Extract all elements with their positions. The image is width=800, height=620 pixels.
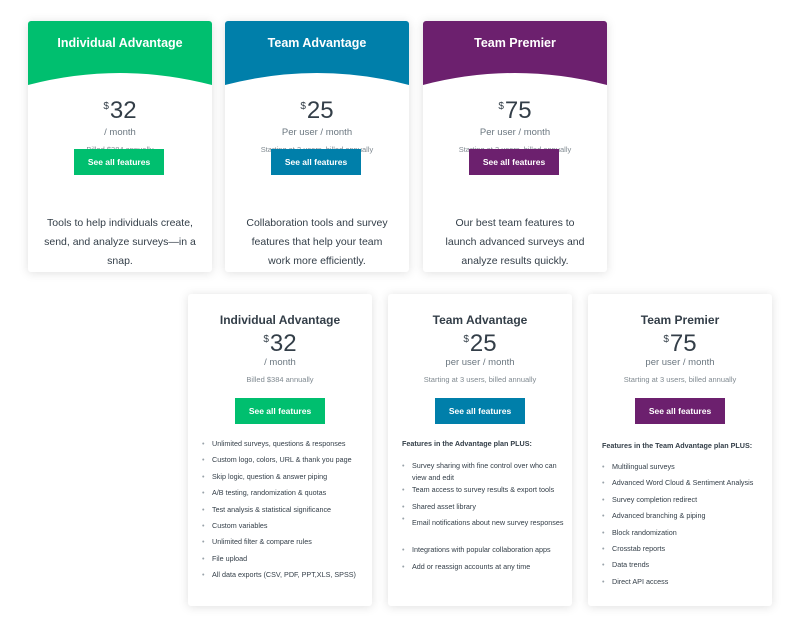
price-amount: 75 <box>669 330 697 357</box>
list-item: Block randomization <box>602 528 764 544</box>
list-item: Shared asset library <box>402 502 564 514</box>
see-all-features-button[interactable]: See all features <box>235 398 325 424</box>
price: $32 <box>28 97 212 125</box>
card-header: Team Premier <box>423 21 607 101</box>
price-period: Per user / month <box>479 127 551 138</box>
price-period: per user / month <box>445 357 515 368</box>
price-period: / month <box>104 127 136 138</box>
list-item: Advanced Word Cloud & Sentiment Analysis <box>602 478 764 494</box>
list-item: Direct API access <box>602 577 764 593</box>
price: $75 <box>588 330 772 358</box>
card-header: Team Advantage <box>225 21 409 101</box>
see-all-features-button[interactable]: See all features <box>435 398 525 424</box>
plan-title: Team Advantage <box>267 36 367 50</box>
top-card-team-premier: Team Premier $75 Per user / month Starti… <box>423 21 607 272</box>
card-header: Individual Advantage <box>28 21 212 101</box>
price: $32 <box>188 330 372 358</box>
list-item: Unlimited filter & compare rules <box>202 537 364 553</box>
feature-list: Unlimited surveys, questions & responses… <box>202 439 364 587</box>
list-item: Unlimited surveys, questions & responses <box>202 439 364 455</box>
currency-symbol: $ <box>498 101 504 112</box>
header-wave-shape <box>423 21 607 85</box>
currency-symbol: $ <box>663 334 669 345</box>
list-item: Custom variables <box>202 521 364 537</box>
plan-description: Our best team features to launch advance… <box>445 217 585 267</box>
list-item: Integrations with popular collaboration … <box>402 545 564 562</box>
bottom-card-individual-advantage: Individual Advantage $32 / month Billed … <box>188 294 372 606</box>
currency-symbol: $ <box>103 101 109 112</box>
top-card-team-advantage: Team Advantage $25 Per user / month Star… <box>225 21 409 272</box>
price: $75 <box>423 97 607 125</box>
currency-symbol: $ <box>263 334 269 345</box>
plan-title: Team Advantage <box>432 313 528 327</box>
list-item: Test analysis & statistical significance <box>202 505 364 521</box>
header-wave-shape <box>28 21 212 85</box>
price: $25 <box>388 330 572 358</box>
bottom-card-team-advantage: Team Advantage $25 per user / month Star… <box>388 294 572 606</box>
list-item: File upload <box>202 554 364 570</box>
price-amount: 25 <box>306 97 334 124</box>
list-item: Survey sharing with fine control over wh… <box>402 460 564 485</box>
plan-description: Collaboration tools and survey features … <box>246 217 388 267</box>
list-item: Survey completion redirect <box>602 495 764 511</box>
price-period: / month <box>264 357 296 368</box>
price-amount: 75 <box>504 97 532 124</box>
plus-features-heading: Features in the Advantage plan PLUS: <box>402 439 532 448</box>
top-card-individual-advantage: Individual Advantage $32 / month Billed … <box>28 21 212 272</box>
list-item: Custom logo, colors, URL & thank you pag… <box>202 455 364 471</box>
plan-description: Tools to help individuals create, send, … <box>44 217 196 267</box>
see-all-features-button[interactable]: See all features <box>469 149 559 175</box>
list-item: Multilingual surveys <box>602 462 764 478</box>
billing-note: Billed $384 annually <box>246 375 314 384</box>
list-item: Add or reassign accounts at any time <box>402 562 564 579</box>
see-all-features-button[interactable]: See all features <box>74 149 164 175</box>
feature-list: Survey sharing with fine control over wh… <box>402 460 564 578</box>
plan-title: Individual Advantage <box>219 313 341 327</box>
plan-title: Team Premier <box>640 313 720 327</box>
plus-features-heading: Features in the Team Advantage plan PLUS… <box>602 441 753 450</box>
price-amount: 32 <box>269 330 297 357</box>
price-amount: 25 <box>469 330 497 357</box>
currency-symbol: $ <box>300 101 306 112</box>
list-item: A/B testing, randomization & quotas <box>202 488 364 504</box>
header-wave-shape <box>225 21 409 85</box>
price-period: per user / month <box>645 357 715 368</box>
price-amount: 32 <box>109 97 137 124</box>
list-item: All data exports (CSV, PDF, PPT,XLS, SPS… <box>202 570 364 586</box>
feature-list: Multilingual surveys Advanced Word Cloud… <box>602 462 764 593</box>
billing-note: Starting at 3 users, billed annually <box>423 375 537 384</box>
currency-symbol: $ <box>463 334 469 345</box>
list-item: Data trends <box>602 560 764 576</box>
plan-title: Individual Advantage <box>57 36 183 50</box>
list-item: Email notifications about new survey res… <box>402 513 564 545</box>
list-item: Advanced branching & piping <box>602 511 764 527</box>
see-all-features-button[interactable]: See all features <box>635 398 725 424</box>
list-item: Skip logic, question & answer piping <box>202 472 364 488</box>
list-item: Team access to survey results & export t… <box>402 485 564 502</box>
see-all-features-button[interactable]: See all features <box>271 149 361 175</box>
price: $25 <box>225 97 409 125</box>
price-period: Per user / month <box>281 127 353 138</box>
billing-note: Starting at 3 users, billed annually <box>623 375 737 384</box>
plan-title: Team Premier <box>474 36 556 50</box>
bottom-card-team-premier: Team Premier $75 per user / month Starti… <box>588 294 772 606</box>
list-item: Crosstab reports <box>602 544 764 560</box>
